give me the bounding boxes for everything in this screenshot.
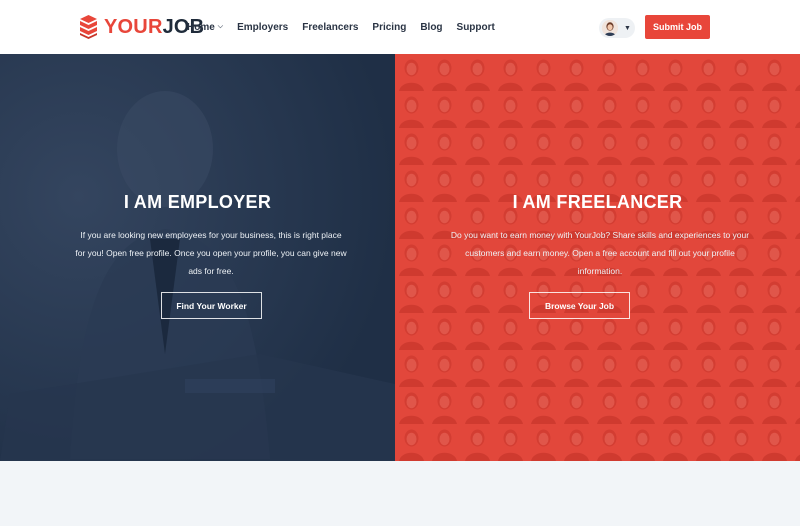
user-avatar-icon <box>602 20 618 36</box>
employer-content: I AM EMPLOYER If you are looking new emp… <box>0 54 395 461</box>
nav-item-home[interactable]: Home ⌵ <box>187 22 223 33</box>
page-section-below <box>0 461 800 526</box>
freelancer-description: Do you want to earn money with YourJob? … <box>450 230 750 276</box>
main-nav: Home ⌵ Employers Freelancers Pricing Blo… <box>187 0 509 54</box>
caret-down-icon: ▼ <box>624 24 631 32</box>
nav-item-label: Blog <box>420 21 443 33</box>
nav-item-label: Home <box>187 21 215 33</box>
nav-item-freelancers[interactable]: Freelancers <box>302 22 358 33</box>
nav-item-support[interactable]: Support <box>457 22 495 33</box>
site-header: YOURJOB Home ⌵ Employers Freelancers Pri… <box>0 0 800 54</box>
logo-icon <box>80 15 97 39</box>
submit-job-button[interactable]: Submit Job <box>645 15 710 39</box>
employer-title: I AM EMPLOYER <box>123 192 272 212</box>
nav-item-label: Pricing <box>372 21 407 33</box>
avatar <box>602 20 618 36</box>
freelancer-panel: I AM FREELANCER Do you want to earn mone… <box>395 54 800 461</box>
chevron-down-icon: ⌵ <box>217 23 224 30</box>
user-menu-toggle[interactable]: ▼ <box>599 18 635 38</box>
nav-item-label: Employers <box>237 21 289 33</box>
freelancer-content: I AM FREELANCER Do you want to earn mone… <box>395 54 800 461</box>
employer-description: If you are looking new employees for you… <box>75 230 347 276</box>
logo[interactable]: YOURJOB <box>80 14 204 40</box>
nav-item-label: Freelancers <box>302 21 359 33</box>
find-your-worker-button[interactable]: Find Your Worker <box>161 292 262 319</box>
nav-item-pricing[interactable]: Pricing <box>372 22 406 33</box>
freelancer-title: I AM FREELANCER <box>512 192 683 212</box>
browse-your-job-button[interactable]: Browse Your Job <box>529 292 630 319</box>
nav-item-employers[interactable]: Employers <box>237 22 288 33</box>
nav-item-label: Support <box>456 21 495 33</box>
employer-panel: I AM EMPLOYER If you are looking new emp… <box>0 54 395 461</box>
logo-text-part-a: YOUR <box>104 15 163 38</box>
nav-item-blog[interactable]: Blog <box>420 22 442 33</box>
